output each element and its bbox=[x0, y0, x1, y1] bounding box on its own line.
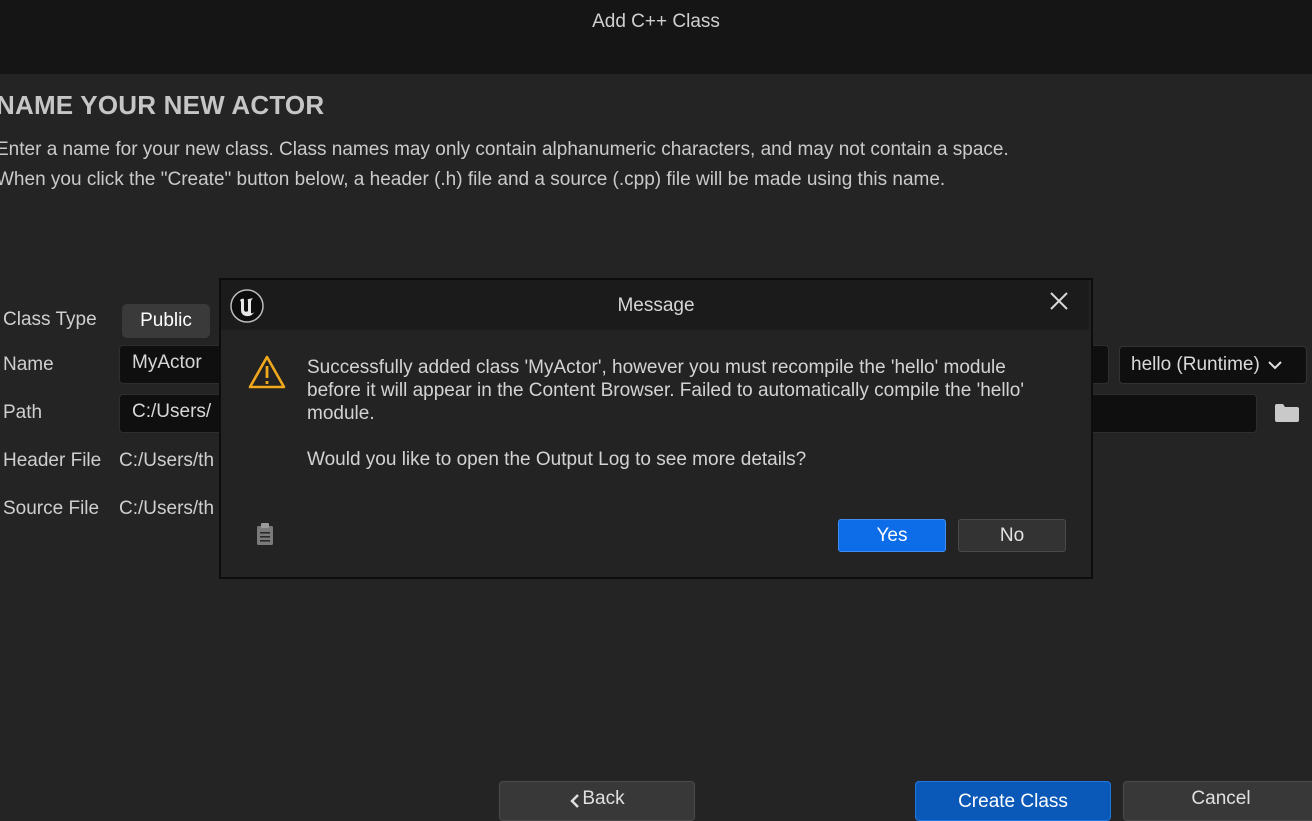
dialog-titlebar: Message bbox=[221, 280, 1089, 330]
path-input-value: C:/Users/ bbox=[132, 401, 212, 422]
source-file-label: Source File bbox=[3, 498, 100, 519]
dialog-question: Would you like to open the Output Log to… bbox=[307, 449, 807, 470]
window-titlebar: Add C++ Class bbox=[0, 0, 1312, 74]
path-label: Path bbox=[3, 402, 43, 423]
class-type-public-button[interactable]: Public bbox=[122, 304, 210, 338]
page-heading: NAME YOUR NEW ACTOR bbox=[0, 90, 325, 120]
cancel-button-label: Cancel bbox=[1191, 788, 1251, 809]
chevron-left-icon bbox=[570, 794, 580, 808]
window-title: Add C++ Class bbox=[592, 11, 720, 32]
message-dialog: Message Successfully added class 'MyActo… bbox=[219, 278, 1093, 579]
module-dropdown-value: hello (Runtime) bbox=[1131, 354, 1260, 375]
back-button[interactable]: Back bbox=[499, 781, 695, 821]
name-input-value: MyActor bbox=[132, 352, 202, 373]
create-class-button[interactable]: Create Class bbox=[915, 781, 1111, 821]
dialog-message-line-2: before it will appear in the Content Bro… bbox=[307, 380, 1024, 401]
description-line-1: Enter a name for your new class. Class n… bbox=[0, 139, 1009, 160]
header-file-value: C:/Users/th bbox=[119, 450, 215, 471]
name-label: Name bbox=[3, 354, 54, 375]
no-button[interactable]: No bbox=[958, 519, 1066, 552]
folder-icon[interactable] bbox=[1274, 403, 1300, 428]
close-icon[interactable] bbox=[1048, 290, 1070, 312]
create-class-button-label: Create Class bbox=[958, 791, 1068, 812]
clipboard-icon[interactable] bbox=[256, 522, 274, 551]
cancel-button[interactable]: Cancel bbox=[1123, 781, 1312, 821]
chevron-down-icon bbox=[1268, 360, 1282, 370]
class-type-label: Class Type bbox=[3, 309, 97, 330]
header-file-label: Header File bbox=[3, 450, 102, 471]
back-button-label: Back bbox=[582, 788, 625, 809]
description-line-2: When you click the "Create" button below… bbox=[0, 169, 946, 190]
dialog-message-line-3: module. bbox=[307, 403, 375, 424]
source-file-value: C:/Users/th bbox=[119, 498, 215, 519]
yes-button[interactable]: Yes bbox=[838, 519, 946, 552]
dialog-message: Successfully added class 'MyActor', howe… bbox=[307, 356, 1077, 471]
warning-icon bbox=[247, 354, 287, 395]
dialog-message-line-1: Successfully added class 'MyActor', howe… bbox=[307, 357, 1006, 378]
dialog-title: Message bbox=[617, 295, 695, 316]
module-dropdown[interactable]: hello (Runtime) bbox=[1119, 346, 1307, 384]
